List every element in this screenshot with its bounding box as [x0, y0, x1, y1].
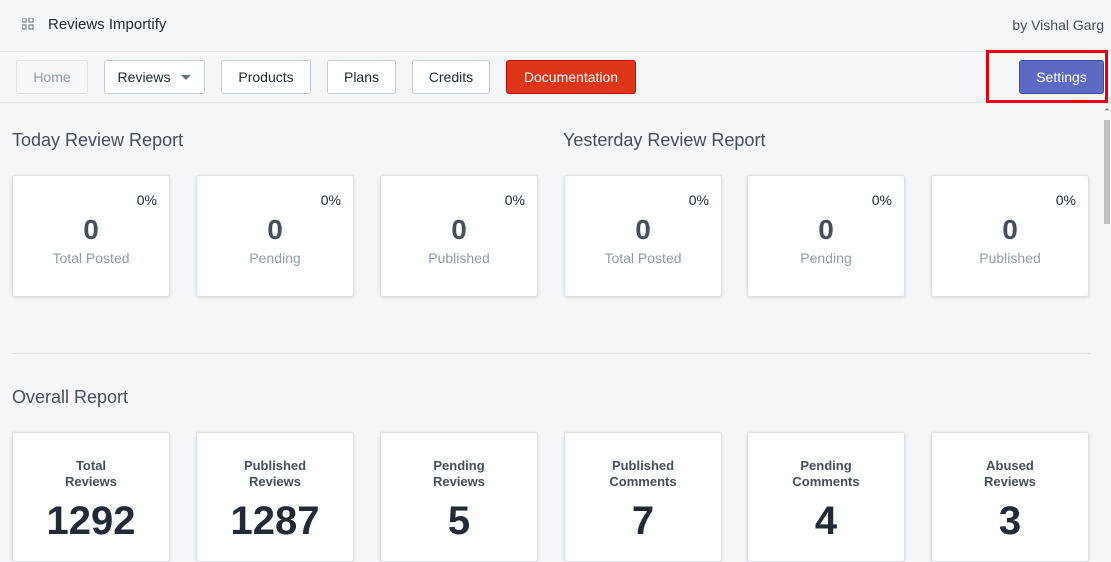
stat-value: 0: [1002, 214, 1018, 245]
stat-percent: 0%: [136, 192, 157, 208]
overall-card-published-comments: Published Comments 7: [564, 432, 722, 562]
stat-percent: 0%: [320, 192, 341, 208]
stat-label: Published: [979, 250, 1041, 266]
stat-label: Total Posted: [604, 250, 682, 266]
overall-card-abused-reviews: Abused Reviews 3: [931, 432, 1089, 562]
author-label: by Vishal Garg: [1012, 17, 1104, 33]
stat-card-today-total: 0% 0 Total Posted: [12, 175, 170, 297]
stat-percent: 0%: [504, 192, 525, 208]
section-divider: [12, 353, 1091, 354]
stat-label: Published: [428, 250, 490, 266]
scroll-up-icon[interactable]: ⌃: [1103, 108, 1111, 117]
stat-card-yesterday-pending: 0% 0 Pending: [747, 175, 905, 297]
overall-card-value: 7: [631, 499, 655, 543]
reviews-dropdown-button[interactable]: Reviews: [104, 60, 205, 94]
overall-card-title: Total Reviews: [64, 458, 118, 489]
overall-card-value: 1292: [46, 499, 136, 543]
stat-label: Total Posted: [52, 250, 130, 266]
overall-card-value: 1287: [230, 499, 320, 543]
stat-value: 0: [818, 214, 834, 245]
overall-card-total-reviews: Total Reviews 1292: [12, 432, 170, 562]
reviews-label: Reviews: [117, 69, 171, 85]
app-title: Reviews Importify: [48, 16, 167, 33]
stat-card-yesterday-total: 0% 0 Total Posted: [564, 175, 722, 297]
stat-card-yesterday-published: 0% 0 Published: [931, 175, 1089, 297]
plans-button[interactable]: Plans: [327, 60, 396, 94]
stat-percent: 0%: [871, 192, 892, 208]
stat-percent: 0%: [1055, 192, 1076, 208]
chevron-down-icon: [181, 74, 192, 80]
overall-card-title: Published Reviews: [243, 458, 307, 489]
settings-highlight-box: [986, 50, 1108, 103]
stat-percent: 0%: [688, 192, 709, 208]
overall-card-pending-comments: Pending Comments 4: [747, 432, 905, 562]
overall-card-title: Published Comments: [609, 458, 677, 489]
stat-value: 0: [267, 214, 283, 245]
overall-card-value: 4: [814, 499, 838, 543]
credits-button[interactable]: Credits: [412, 60, 490, 94]
stat-label: Pending: [800, 250, 852, 266]
apps-grid-icon: [22, 18, 34, 30]
stat-label: Pending: [249, 250, 301, 266]
overall-card-value: 5: [447, 499, 471, 543]
home-button[interactable]: Home: [16, 60, 88, 94]
nav-bar: Home Reviews Products Plans Credits Docu…: [0, 52, 1111, 103]
overall-card-title: Pending Reviews: [432, 458, 486, 489]
overall-report-title: Overall Report: [12, 387, 129, 407]
stat-value: 0: [83, 214, 99, 245]
overall-card-title: Pending Comments: [792, 458, 860, 489]
overall-card-pending-reviews: Pending Reviews 5: [380, 432, 538, 562]
stat-card-today-pending: 0% 0 Pending: [196, 175, 354, 297]
overall-card-title: Abused Reviews: [983, 458, 1037, 489]
app-header: Reviews Importify by Vishal Garg: [0, 0, 1111, 52]
overall-card-value: 3: [998, 499, 1022, 543]
stat-card-today-published: 0% 0 Published: [380, 175, 538, 297]
products-button[interactable]: Products: [221, 60, 311, 94]
stat-value: 0: [635, 214, 651, 245]
today-report-title: Today Review Report: [12, 130, 184, 150]
documentation-button[interactable]: Documentation: [506, 60, 636, 94]
scrollbar-thumb[interactable]: [1104, 120, 1110, 224]
overall-card-published-reviews: Published Reviews 1287: [196, 432, 354, 562]
stat-value: 0: [451, 214, 467, 245]
yesterday-report-title: Yesterday Review Report: [563, 130, 766, 150]
